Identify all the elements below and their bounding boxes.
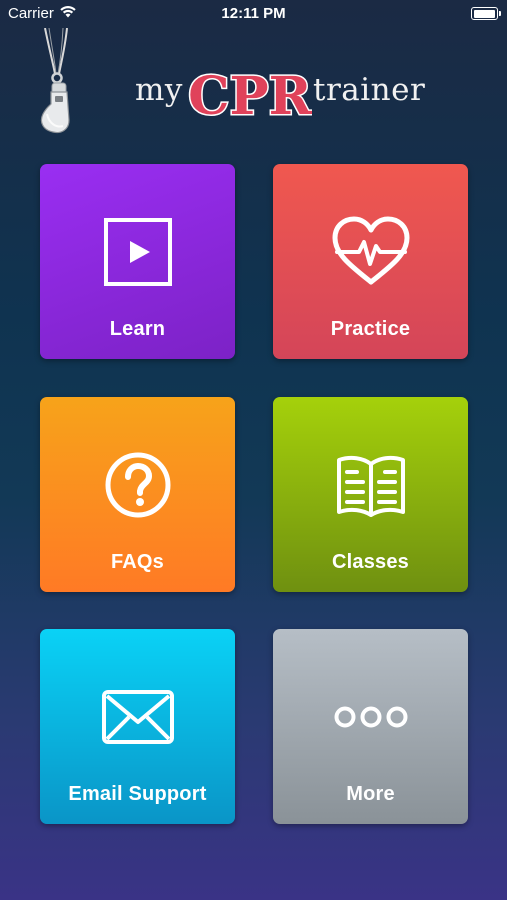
faqs-label: FAQs bbox=[110, 551, 165, 573]
envelope-icon bbox=[40, 677, 235, 757]
classes-label: Classes bbox=[331, 551, 409, 573]
whistle-icon bbox=[35, 27, 85, 138]
learn-tile[interactable]: Learn bbox=[40, 164, 235, 359]
book-icon bbox=[273, 445, 468, 525]
classes-tile[interactable]: Classes bbox=[273, 397, 468, 592]
heart-pulse-icon bbox=[273, 212, 468, 292]
question-icon bbox=[40, 445, 235, 525]
more-dots-icon bbox=[273, 677, 468, 757]
logo-suffix: trainer bbox=[313, 72, 426, 108]
status-time: 12:11 PM bbox=[221, 5, 286, 22]
logo-brand: CPR bbox=[188, 66, 312, 124]
play-icon bbox=[40, 212, 235, 292]
battery-icon bbox=[471, 7, 501, 20]
learn-label: Learn bbox=[109, 318, 166, 340]
status-bar: Carrier 12:11 PM bbox=[0, 0, 507, 28]
more-label: More bbox=[346, 783, 395, 805]
email-support-label: Email Support bbox=[68, 783, 207, 805]
logo-prefix: my bbox=[135, 72, 183, 108]
practice-label: Practice bbox=[330, 318, 411, 340]
faqs-tile[interactable]: FAQs bbox=[40, 397, 235, 592]
more-tile[interactable]: More bbox=[273, 629, 468, 824]
logo-brand-graphic: CPR bbox=[188, 65, 312, 125]
practice-tile[interactable]: Practice bbox=[273, 164, 468, 359]
email-support-tile[interactable]: Email Support bbox=[40, 629, 235, 824]
